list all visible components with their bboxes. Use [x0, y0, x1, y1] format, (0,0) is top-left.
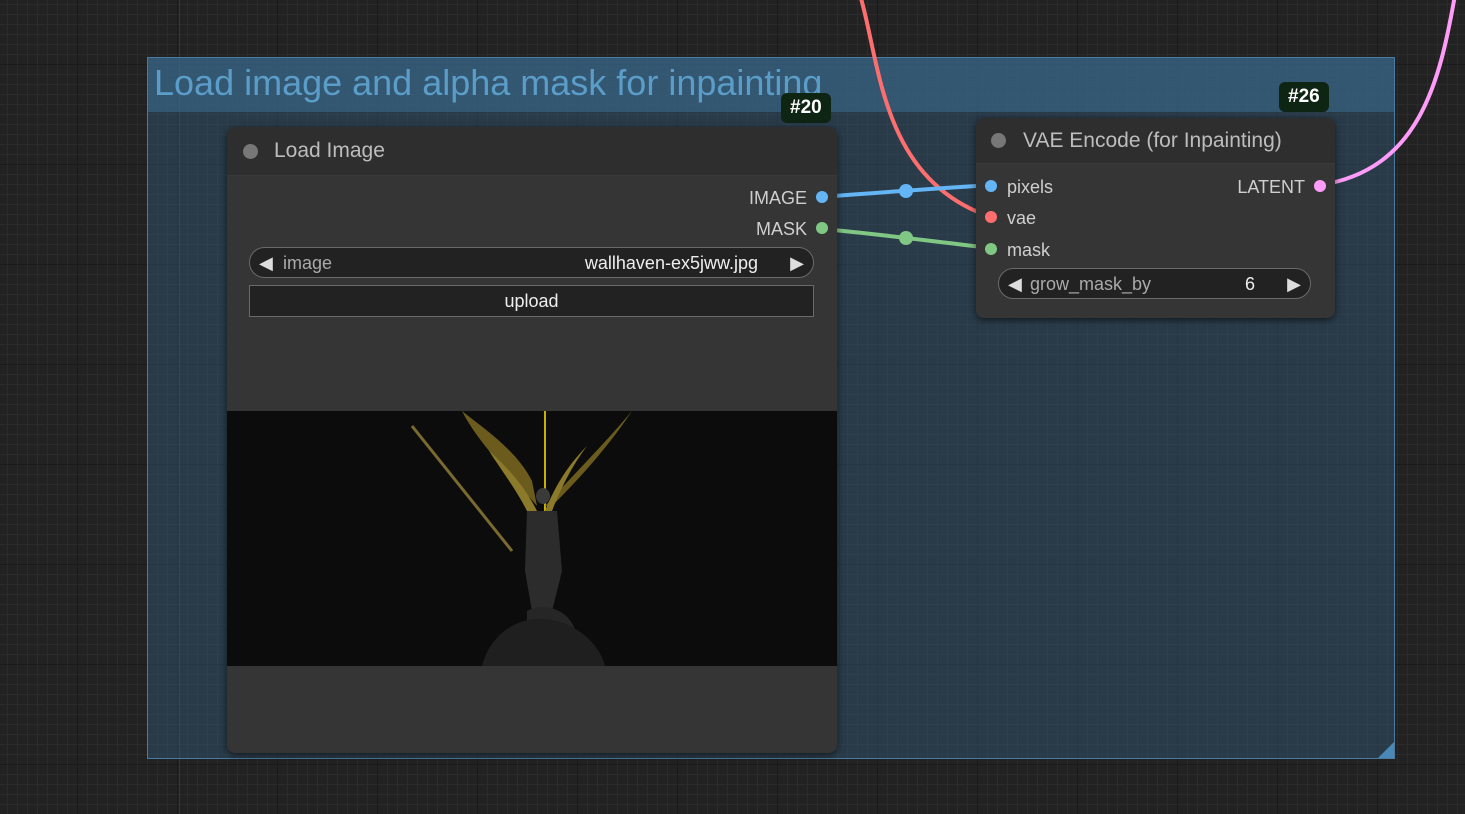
output-slot-latent[interactable] — [1314, 180, 1326, 192]
output-label-latent: LATENT — [1237, 177, 1305, 197]
image-widget-value: wallhaven-ex5jww.jpg — [584, 253, 758, 273]
input-label-mask: mask — [1007, 240, 1051, 260]
image-widget-label: image — [283, 253, 333, 273]
arrow-left-icon[interactable]: ◀ — [259, 253, 273, 274]
group-title: Load image and alpha mask for inpainting — [154, 62, 823, 103]
vae-encode-title-bar[interactable]: VAE Encode (for Inpainting) — [976, 118, 1335, 164]
output-label-image: IMAGE — [748, 188, 807, 208]
vae-encode-title: VAE Encode (for Inpainting) — [1023, 129, 1282, 152]
node-id-badge-26: #26 — [1279, 82, 1329, 112]
grow-mask-by-widget[interactable]: ◀ grow_mask_by 6 ▶ — [998, 268, 1311, 299]
arrow-right-icon[interactable]: ▶ — [1287, 274, 1301, 295]
input-label-vae: vae — [1007, 208, 1037, 228]
output-slot-image[interactable] — [816, 191, 828, 203]
status-dot-icon[interactable] — [991, 133, 1006, 148]
grow-mask-by-label: grow_mask_by — [1030, 274, 1152, 294]
status-dot-icon[interactable] — [243, 144, 258, 159]
preview-artwork — [410, 411, 632, 666]
input-slot-vae[interactable] — [985, 211, 997, 223]
output-label-mask: MASK — [755, 219, 807, 239]
input-slot-mask[interactable] — [985, 243, 997, 255]
upload-button[interactable]: upload — [249, 285, 814, 317]
input-slot-pixels[interactable] — [985, 180, 997, 192]
load-image-node[interactable]: Load Image IMAGE MASK ◀ image wallhaven-… — [227, 127, 837, 753]
grow-mask-by-value: 6 — [1244, 274, 1255, 294]
image-combo-widget[interactable]: ◀ image wallhaven-ex5jww.jpg ▶ — [249, 247, 814, 278]
arrow-right-icon[interactable]: ▶ — [790, 253, 804, 274]
input-label-pixels: pixels — [1007, 177, 1054, 197]
node-id-badge-20: #20 — [781, 93, 831, 123]
arrow-left-icon[interactable]: ◀ — [1008, 274, 1022, 295]
output-slot-mask[interactable] — [816, 222, 828, 234]
group-resize-handle[interactable] — [1378, 742, 1394, 758]
load-image-title: Load Image — [274, 139, 385, 162]
image-preview — [227, 411, 837, 666]
vae-encode-node[interactable]: VAE Encode (for Inpainting) pixels vae m… — [976, 118, 1335, 318]
load-image-title-bar[interactable]: Load Image — [227, 127, 837, 176]
